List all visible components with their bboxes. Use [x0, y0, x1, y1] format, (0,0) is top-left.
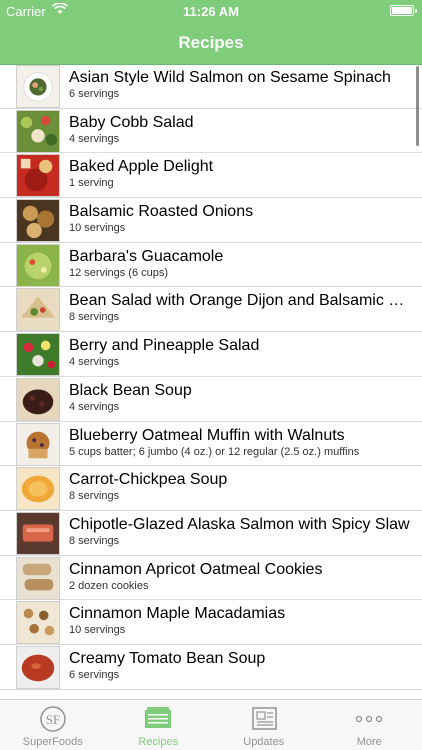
recipe-name: Cinnamon Maple Macadamias [69, 605, 286, 623]
recipe-name: Creamy Tomato Bean Soup [69, 649, 266, 667]
soup-icon [16, 467, 60, 511]
page-title: Recipes [178, 33, 244, 52]
recipe-servings: 2 dozen cookies [69, 579, 149, 592]
recipe-servings: 5 cups batter; 6 jumbo (4 oz.) or 12 reg… [69, 445, 360, 458]
recipe-name: Berry and Pineapple Salad [69, 337, 260, 355]
recipe-row[interactable]: Chipotle-Glazed Alaska Salmon with Spicy… [0, 511, 422, 556]
recipe-servings: 1 serving [69, 177, 114, 190]
scroll-indicator[interactable] [416, 66, 419, 146]
tab-recipes[interactable]: Recipes [106, 700, 212, 750]
recipe-row[interactable]: Carrot-Chickpea Soup 8 servings [0, 466, 422, 511]
recipe-servings: 4 servings [69, 132, 120, 145]
salmon-icon [16, 511, 60, 555]
tab-label: Recipes [138, 736, 179, 748]
recipe-name: Blueberry Oatmeal Muffin with Walnuts [69, 426, 345, 444]
muffin-icon [16, 422, 60, 466]
recipe-row[interactable]: Baby Cobb Salad 4 servings [0, 109, 422, 154]
recipe-name: Asian Style Wild Salmon on Sesame Spinac… [69, 69, 391, 86]
recipe-servings: 8 servings [69, 534, 120, 547]
recipe-name: Chipotle-Glazed Alaska Salmon with Spicy… [69, 515, 410, 533]
recipe-name: Cinnamon Apricot Oatmeal Cookies [69, 560, 323, 578]
recipe-servings: 6 servings [69, 88, 120, 100]
recipe-row[interactable]: Barbara's Guacamole 12 servings (6 cups) [0, 243, 422, 288]
recipe-row-partial[interactable] [0, 690, 422, 699]
status-time: 11:26 AM [183, 4, 239, 19]
recipe-row[interactable]: Cinnamon Apricot Oatmeal Cookies 2 dozen… [0, 556, 422, 601]
recipe-row[interactable]: Baked Apple Delight 1 serving [0, 153, 422, 199]
superfoods-logo-icon: SF [38, 705, 68, 733]
recipe-servings: 4 servings [69, 356, 120, 369]
recipe-name: Baby Cobb Salad [69, 113, 194, 131]
navigation-bar: Recipes [0, 22, 422, 65]
newspaper-icon [249, 705, 279, 733]
tab-label: More [356, 736, 382, 748]
apple-icon [16, 154, 60, 198]
cookie-icon [16, 556, 60, 600]
tomato-soup-icon [16, 645, 60, 689]
recipe-name: Black Bean Soup [69, 381, 192, 399]
more-dots-icon [354, 705, 384, 733]
nuts-icon [16, 601, 60, 645]
recipe-servings: 12 servings (6 cups) [69, 266, 169, 279]
recipe-row[interactable]: Bean Salad with Orange Dijon and Balsami… [0, 287, 422, 333]
salad-icon [16, 109, 60, 153]
recipe-cards-icon [143, 705, 173, 733]
berry-salad-icon [16, 333, 60, 377]
tab-updates[interactable]: Updates [211, 700, 317, 750]
recipe-name: Barbara's Guacamole [69, 247, 224, 265]
tab-superfoods[interactable]: SF SuperFoods [0, 700, 106, 750]
recipe-row[interactable]: Creamy Tomato Bean Soup 6 servings [0, 645, 422, 690]
recipe-row[interactable]: Black Bean Soup 4 servings [0, 377, 422, 422]
recipe-servings: 6 servings [69, 668, 120, 681]
tab-label: SuperFoods [22, 736, 83, 748]
recipe-row[interactable]: Asian Style Wild Salmon on Sesame Spinac… [0, 64, 422, 109]
recipe-row[interactable]: Berry and Pineapple Salad 4 servings [0, 332, 422, 377]
recipe-servings: 8 servings [69, 490, 120, 503]
recipe-name: Bean Salad with Orange Dijon and Balsami… [69, 292, 412, 310]
recipe-row[interactable]: Cinnamon Maple Macadamias 10 servings [0, 600, 422, 645]
onion-icon [16, 199, 60, 243]
bean-bowl-icon [16, 377, 60, 421]
recipe-row[interactable]: Blueberry Oatmeal Muffin with Walnuts 5 … [0, 422, 422, 467]
recipe-servings: 8 servings [69, 311, 120, 324]
tab-label: Updates [243, 736, 285, 748]
recipe-list[interactable]: Asian Style Wild Salmon on Sesame Spinac… [0, 64, 422, 699]
recipe-name: Balsamic Roasted Onions [69, 203, 254, 221]
recipe-name: Baked Apple Delight [69, 158, 214, 176]
recipe-servings: 10 servings [69, 624, 126, 637]
battery-icon [390, 5, 417, 16]
status-bar: Carrier 11:26 AM [0, 0, 422, 22]
salad-plate-icon [16, 65, 60, 108]
guacamole-icon [16, 243, 60, 287]
wrap-icon [16, 288, 60, 332]
tab-bar: SF SuperFoods Recipes Updates More [0, 699, 422, 750]
recipe-servings: 4 servings [69, 400, 120, 413]
recipe-name: Carrot-Chickpea Soup [69, 471, 228, 489]
tab-more[interactable]: More [317, 700, 422, 750]
recipe-row[interactable]: Balsamic Roasted Onions 10 servings [0, 198, 422, 243]
recipe-servings: 10 servings [69, 222, 126, 235]
svg-text:SF: SF [46, 712, 60, 727]
